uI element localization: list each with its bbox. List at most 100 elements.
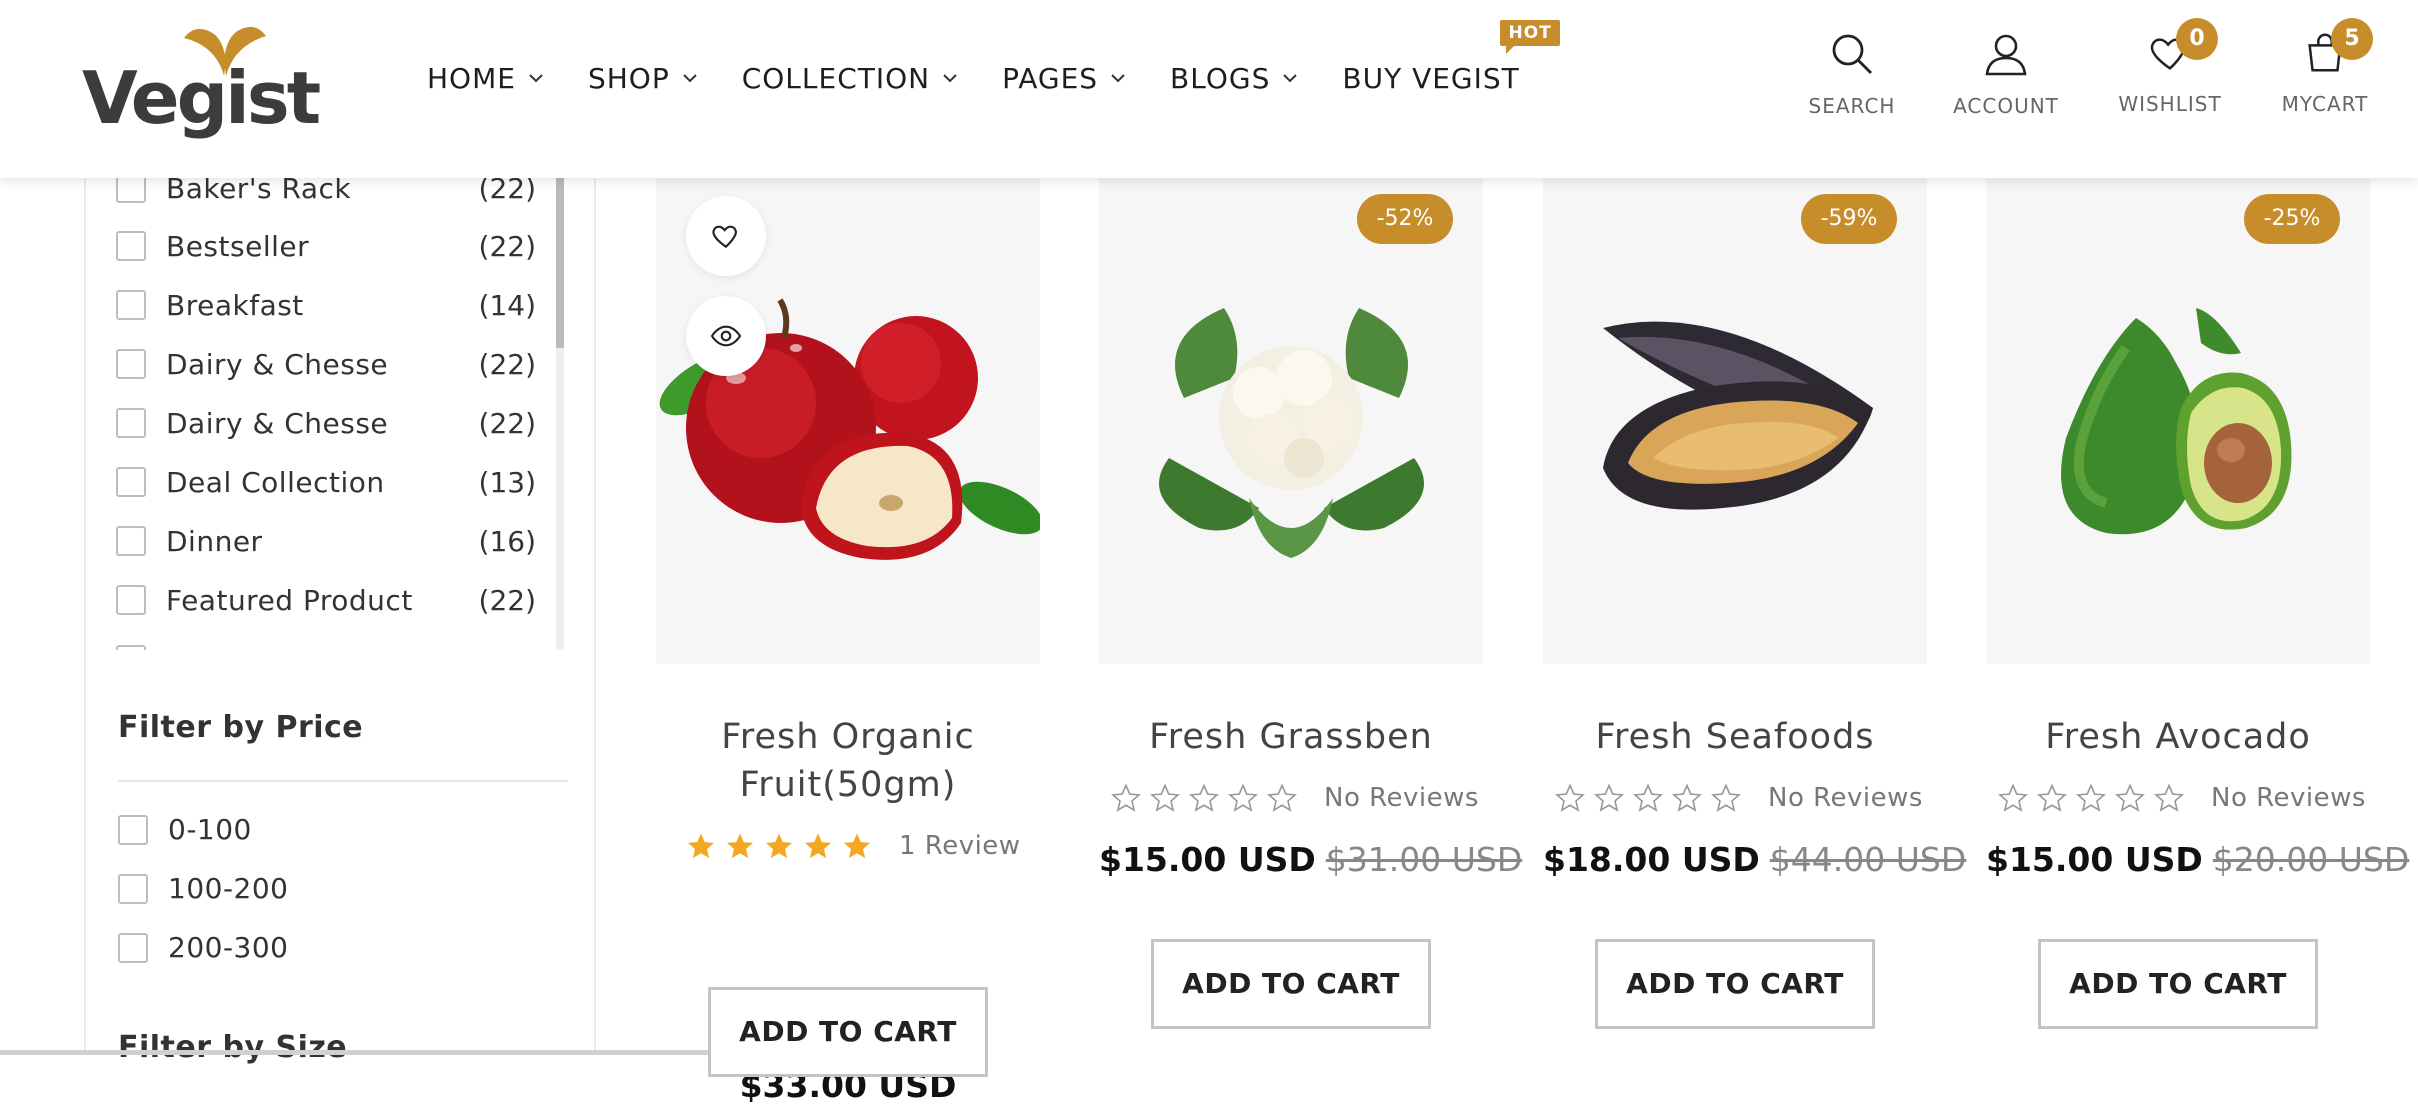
nav-item-label: SHOP <box>587 61 670 95</box>
review-count[interactable]: No Reviews <box>1324 783 1479 813</box>
chevron-down-icon <box>683 74 697 83</box>
current-price: $15.00 USD <box>1986 840 2203 879</box>
chevron-down-icon <box>529 74 543 83</box>
product-title[interactable]: Fresh Organic Fruit(50gm) <box>656 713 1040 809</box>
category-count: (22) <box>478 229 536 263</box>
category-checkbox[interactable] <box>116 290 146 320</box>
brand-logo[interactable]: Vegist <box>82 18 321 138</box>
category-filter-item[interactable]: Dinner (16) <box>116 521 536 561</box>
category-checkbox[interactable] <box>116 231 146 261</box>
nav-item-collection[interactable]: COLLECTION <box>742 62 960 95</box>
category-filter-item[interactable]: Deal Collection (13) <box>116 462 536 502</box>
star-empty-icon <box>1267 783 1297 812</box>
category-filter-item[interactable]: Dairy & Chesse (22) <box>116 403 536 443</box>
category-name: Dairy & Chesse <box>166 347 389 381</box>
price-checkbox[interactable] <box>118 873 148 904</box>
price-filter-item[interactable]: 0-100 <box>118 813 252 846</box>
category-checkbox[interactable] <box>116 526 146 556</box>
mussel-image <box>1603 321 1873 510</box>
product-image[interactable]: -25% <box>1986 178 2370 664</box>
category-scrollbar-thumb[interactable] <box>556 178 564 348</box>
add-to-cart-button[interactable]: ADD TO CART <box>708 987 988 1077</box>
category-name: Bestseller <box>166 229 310 263</box>
discount-badge: -25% <box>2244 194 2340 244</box>
heart-icon <box>712 225 737 248</box>
product-price: $18.00 USD $44.00 USD <box>1543 840 1966 879</box>
category-count: (22) <box>478 347 536 381</box>
original-price: $44.00 USD <box>1769 840 1967 879</box>
search-label: SEARCH <box>1808 94 1896 118</box>
price-checkbox[interactable] <box>118 814 148 845</box>
original-price: $31.00 USD <box>1325 840 1523 879</box>
star-empty-icon <box>1594 783 1624 812</box>
product-rating: No Reviews <box>1111 783 1479 813</box>
star-empty-icon <box>1711 783 1741 812</box>
nav-item-pages[interactable]: PAGES <box>1002 62 1128 95</box>
category-count: (22) <box>478 406 536 440</box>
product-image[interactable]: -52% <box>1099 178 1483 664</box>
category-filter-item[interactable]: Breakfast (14) <box>116 285 536 325</box>
search-icon <box>1832 34 1872 74</box>
category-name: Deal Collection <box>166 465 385 499</box>
price-range-label: 100-200 <box>168 872 289 905</box>
star-empty-icon <box>1633 783 1663 812</box>
discount-badge: -52% <box>1357 194 1453 244</box>
star-filled-icon <box>688 833 714 859</box>
quick-view-button[interactable] <box>686 296 766 376</box>
add-to-wishlist-button[interactable] <box>686 196 766 276</box>
eye-icon <box>710 325 742 347</box>
product-title-line: Fresh Organic <box>721 717 975 757</box>
star-empty-icon <box>1228 783 1258 812</box>
brand-name: Vegist <box>82 56 321 140</box>
product-price: $15.00 USD $20.00 USD <box>1986 840 2409 879</box>
cart-button[interactable]: 5 MYCART <box>2255 18 2395 116</box>
review-count[interactable]: 1 Review <box>899 831 1021 861</box>
user-icon <box>1985 34 2027 76</box>
category-filter-item[interactable]: Dairy & Chesse (22) <box>116 344 536 384</box>
add-to-cart-button[interactable]: ADD TO CART <box>1151 939 1431 1029</box>
category-name: Featured Product <box>166 583 413 617</box>
nav-item-buy-vegist[interactable]: BUY VEGIST HOT <box>1342 19 1560 95</box>
category-checkbox[interactable] <box>116 349 146 379</box>
category-name: Dinner <box>166 524 263 558</box>
product-title[interactable]: Fresh Avocado <box>1986 713 2370 761</box>
nav-item-blogs[interactable]: BLOGS <box>1170 62 1300 95</box>
product-title-line: Fresh Grassben <box>1149 717 1433 757</box>
account-button[interactable]: ACCOUNT <box>1936 30 2076 118</box>
wishlist-button[interactable]: 0 WISHLIST <box>2100 18 2240 116</box>
nav-item-label: BLOGS <box>1170 61 1271 95</box>
nav-item-shop[interactable]: SHOP <box>588 62 700 95</box>
product-image[interactable]: -59% <box>1543 178 1927 664</box>
price-checkbox[interactable] <box>118 932 148 963</box>
wishlist-count-badge: 0 <box>2176 18 2218 60</box>
nav-item-home[interactable]: HOME <box>427 62 546 95</box>
product-title-line: Fruit(50gm) <box>739 765 957 805</box>
chevron-down-icon <box>943 74 957 83</box>
category-filter-item[interactable]: Featured Product (22) <box>116 580 536 620</box>
category-name: Dairy & Chesse <box>166 406 389 440</box>
price-filter-item[interactable]: 100-200 <box>118 872 289 905</box>
review-count[interactable]: No Reviews <box>2211 783 2366 813</box>
category-checkbox[interactable] <box>116 408 146 438</box>
nav-item-label: BUY VEGIST <box>1342 61 1520 95</box>
category-filter-item[interactable] <box>116 640 536 650</box>
cart-label: MYCART <box>2281 92 2369 116</box>
category-filter-item[interactable]: Bestseller (22) <box>116 226 536 266</box>
account-label: ACCOUNT <box>1953 94 2059 118</box>
product-title[interactable]: Fresh Seafoods <box>1543 713 1927 761</box>
main-nav: HOME SHOP COLLECTION PAGES BLOGS BUY VEG… <box>427 19 1562 98</box>
category-checkbox[interactable] <box>116 645 146 650</box>
category-scrollbar[interactable] <box>556 178 564 650</box>
product-title[interactable]: Fresh Grassben <box>1099 713 1483 761</box>
review-count[interactable]: No Reviews <box>1768 783 1923 813</box>
search-button[interactable]: SEARCH <box>1782 30 1922 118</box>
category-checkbox[interactable] <box>116 467 146 497</box>
star-empty-icon <box>1998 783 2028 812</box>
add-to-cart-button[interactable]: ADD TO CART <box>2038 939 2318 1029</box>
divider <box>118 780 568 782</box>
add-to-cart-button[interactable]: ADD TO CART <box>1595 939 1875 1029</box>
cart-count-badge: 5 <box>2331 18 2373 60</box>
price-filter-item[interactable]: 200-300 <box>118 931 289 964</box>
horizontal-scrollbar[interactable] <box>0 1050 810 1055</box>
category-checkbox[interactable] <box>116 585 146 615</box>
